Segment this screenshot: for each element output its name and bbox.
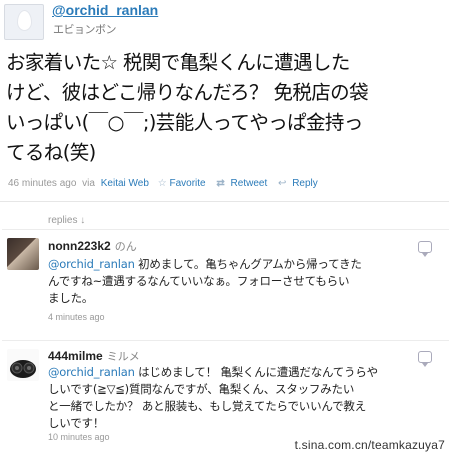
reply-fullname: ミルメ <box>106 351 140 363</box>
replies-heading: replies ↓ <box>48 215 86 226</box>
reply-fullname: のん <box>114 241 137 253</box>
speech-bubble-icon[interactable] <box>418 241 432 257</box>
reply-timestamp[interactable]: 4 minutes ago <box>48 312 105 322</box>
tweet-header: @orchid_ranlan エビョンボン <box>0 0 449 44</box>
reply-text-line: ました。 <box>48 291 94 305</box>
reply-text-first: はじめまして！ 亀梨くんに遭遇だなんてうらや <box>134 365 378 379</box>
star-icon[interactable]: ☆ <box>158 178 167 189</box>
reply-user-line: nonn223k2 のん <box>48 238 137 254</box>
reply-mention[interactable]: @orchid_ranlan <box>48 365 135 379</box>
tweet-text-line: けど、彼はどこ帰りなんだろ？ 免税店の袋 <box>6 81 369 104</box>
tweet-source[interactable]: Keitai Web <box>101 178 149 189</box>
via-label: via <box>82 178 95 189</box>
reply-text: @orchid_ranlan はじめまして！ 亀梨くんに遭遇だなんてうらや しい… <box>48 364 440 432</box>
egg-icon <box>18 11 31 30</box>
reply-arrow-icon[interactable]: ↩ <box>278 178 286 189</box>
camera-avatar-image <box>7 349 39 381</box>
retweet-button[interactable]: Retweet <box>231 178 268 189</box>
reply-username[interactable]: 444milme <box>48 349 103 363</box>
reply-avatar[interactable] <box>7 349 39 381</box>
tweet-meta: 46 minutes ago via Keitai Web ☆ Favorite… <box>8 178 318 189</box>
default-egg-avatar[interactable] <box>4 4 44 40</box>
tweet-username[interactable]: @orchid_ranlan <box>52 2 158 18</box>
source-watermark: t.sina.com.cn/teamkazuya7 <box>294 438 445 452</box>
reply-text-line: んですね~遭遇するなんていいなぁ。フォローさせてもらい <box>48 274 350 288</box>
reply-button[interactable]: Reply <box>292 178 318 189</box>
tweet-text-line: てるね(笑) <box>6 141 96 164</box>
reply-text-line: しいです(≧▽≦)質問なんですが、亀梨くん、スタッフみたい <box>48 382 355 396</box>
tweet-body: お家着いた☆ 税関で亀梨くんに遭遇した けど、彼はどこ帰りなんだろ？ 免税店の袋… <box>6 48 446 168</box>
favorite-button[interactable]: Favorite <box>169 178 205 189</box>
reply-timestamp[interactable]: 10 minutes ago <box>48 432 110 442</box>
replies-divider <box>2 229 449 230</box>
reply-mention[interactable]: @orchid_ranlan <box>48 257 135 271</box>
reply-user-line: 444milme ミルメ <box>48 348 140 364</box>
retweet-icon[interactable]: ⇄ <box>216 178 224 189</box>
reply-username[interactable]: nonn223k2 <box>48 239 111 253</box>
reply-text-first: 初めまして。亀ちゃんグアムから帰ってきた <box>134 257 362 271</box>
reply-avatar[interactable] <box>7 238 39 270</box>
reply-text-line: @orchid_ranlan 初めまして。亀ちゃんグアムから帰ってきた <box>48 256 440 273</box>
reply-text: @orchid_ranlan 初めまして。亀ちゃんグアムから帰ってきた んですね… <box>48 256 440 307</box>
tweet-text-line: いっぱい(￣○￣;)芸能人ってやっぱ金持っ <box>6 111 363 134</box>
tweet-timestamp[interactable]: 46 minutes ago <box>8 178 76 189</box>
tweet-fullname: エビョンボン <box>53 23 117 36</box>
reply-text-line: と一緒でしたか？ あと服装も、もし覚えてたらでいいんで教え <box>48 399 367 413</box>
tweet-text-line: お家着いた☆ 税関で亀梨くんに遭遇した <box>6 51 350 74</box>
section-divider <box>0 201 449 202</box>
reply-divider <box>2 340 449 341</box>
reply-text-line: @orchid_ranlan はじめまして！ 亀梨くんに遭遇だなんてうらや <box>48 364 440 381</box>
reply-text-line: しいです！ <box>48 416 105 430</box>
speech-bubble-icon[interactable] <box>418 351 432 367</box>
